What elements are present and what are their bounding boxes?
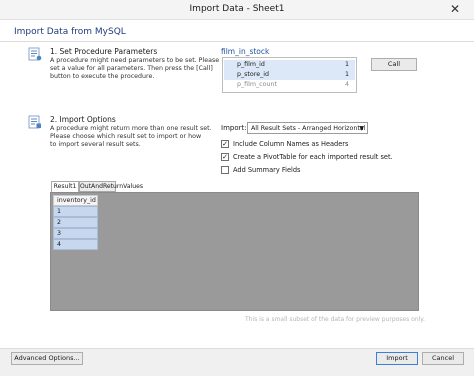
step1-desc-line: A procedure might need parameters to be …: [50, 57, 220, 64]
preview-grid: inventory_id 1 2 3 4: [50, 192, 419, 311]
page-title: Import Data from MySQL: [14, 27, 126, 37]
add-summary-fields-label: Add Summary Fields: [233, 166, 301, 174]
grid-column-header: inventory_id: [53, 195, 98, 206]
create-pivottable-label: Create a PivotTable for each imported re…: [233, 153, 393, 161]
parameter-name: p_film_count: [237, 81, 277, 88]
step1-description: A procedure might need parameters to be …: [50, 57, 219, 81]
step1-desc-line: button to execute the procedure.: [50, 73, 155, 80]
step2-desc-line: A procedure might return more than one r…: [50, 125, 212, 132]
parameter-name: p_store_id: [237, 71, 269, 78]
parameter-name: p_film_id: [237, 61, 265, 68]
grid-cell: 1: [53, 206, 98, 217]
import-label: Import:: [221, 124, 247, 132]
parameter-row[interactable]: p_film_id 1: [224, 60, 355, 70]
procedure-name: film_in_stock: [221, 47, 270, 56]
step2-description: A procedure might return more than one r…: [50, 125, 212, 149]
step2-desc-line: to import several result sets.: [50, 141, 141, 148]
grid-cell: 4: [53, 239, 98, 250]
result-set-select-value: All Result Sets - Arranged Horizontal: [251, 125, 366, 132]
add-summary-fields-checkbox[interactable]: [221, 166, 229, 174]
close-button[interactable]: ✕: [442, 2, 468, 17]
step1-title: 1. Set Procedure Parameters: [50, 47, 158, 56]
window-titlebar: Import Data - Sheet1 ✕: [0, 0, 474, 20]
window-title: Import Data - Sheet1: [189, 4, 285, 14]
parameter-value: 4: [344, 81, 349, 88]
parameter-row[interactable]: p_store_id 1: [224, 70, 355, 80]
parameters-list[interactable]: p_film_id 1 p_store_id 1 p_film_count 4: [222, 57, 357, 93]
advanced-options-button[interactable]: Advanced Options...: [11, 352, 83, 365]
dialog-header: Import Data from MySQL: [0, 20, 474, 42]
include-column-names-label: Include Column Names as Headers: [233, 140, 349, 148]
create-pivottable-checkbox[interactable]: ✓: [221, 153, 229, 161]
result-set-select[interactable]: All Result Sets - Arranged Horizontal ▼: [247, 122, 368, 134]
parameter-row[interactable]: p_film_count 4: [224, 80, 355, 90]
import-options-icon: [28, 115, 41, 129]
grid-cell: 2: [53, 217, 98, 228]
cancel-button[interactable]: Cancel: [422, 352, 464, 365]
include-column-names-checkbox[interactable]: ✓: [221, 140, 229, 148]
import-button[interactable]: Import: [376, 352, 418, 365]
tab-outandreturnvalues[interactable]: OutAndReturnValues: [79, 181, 143, 192]
call-button[interactable]: Call: [371, 58, 417, 71]
step1-desc-line: set a value for all parameters. Then pre…: [50, 65, 213, 72]
grid-cell: 3: [53, 228, 98, 239]
parameter-value[interactable]: 1: [345, 60, 349, 70]
procedure-parameters-icon: [28, 47, 42, 61]
parameter-value[interactable]: 1: [345, 70, 349, 80]
preview-note: This is a small subset of the data for p…: [245, 316, 425, 323]
step2-desc-line: Please choose which result set to import…: [50, 133, 202, 140]
step2-title: 2. Import Options: [50, 115, 116, 124]
chevron-down-icon: ▼: [359, 125, 364, 132]
